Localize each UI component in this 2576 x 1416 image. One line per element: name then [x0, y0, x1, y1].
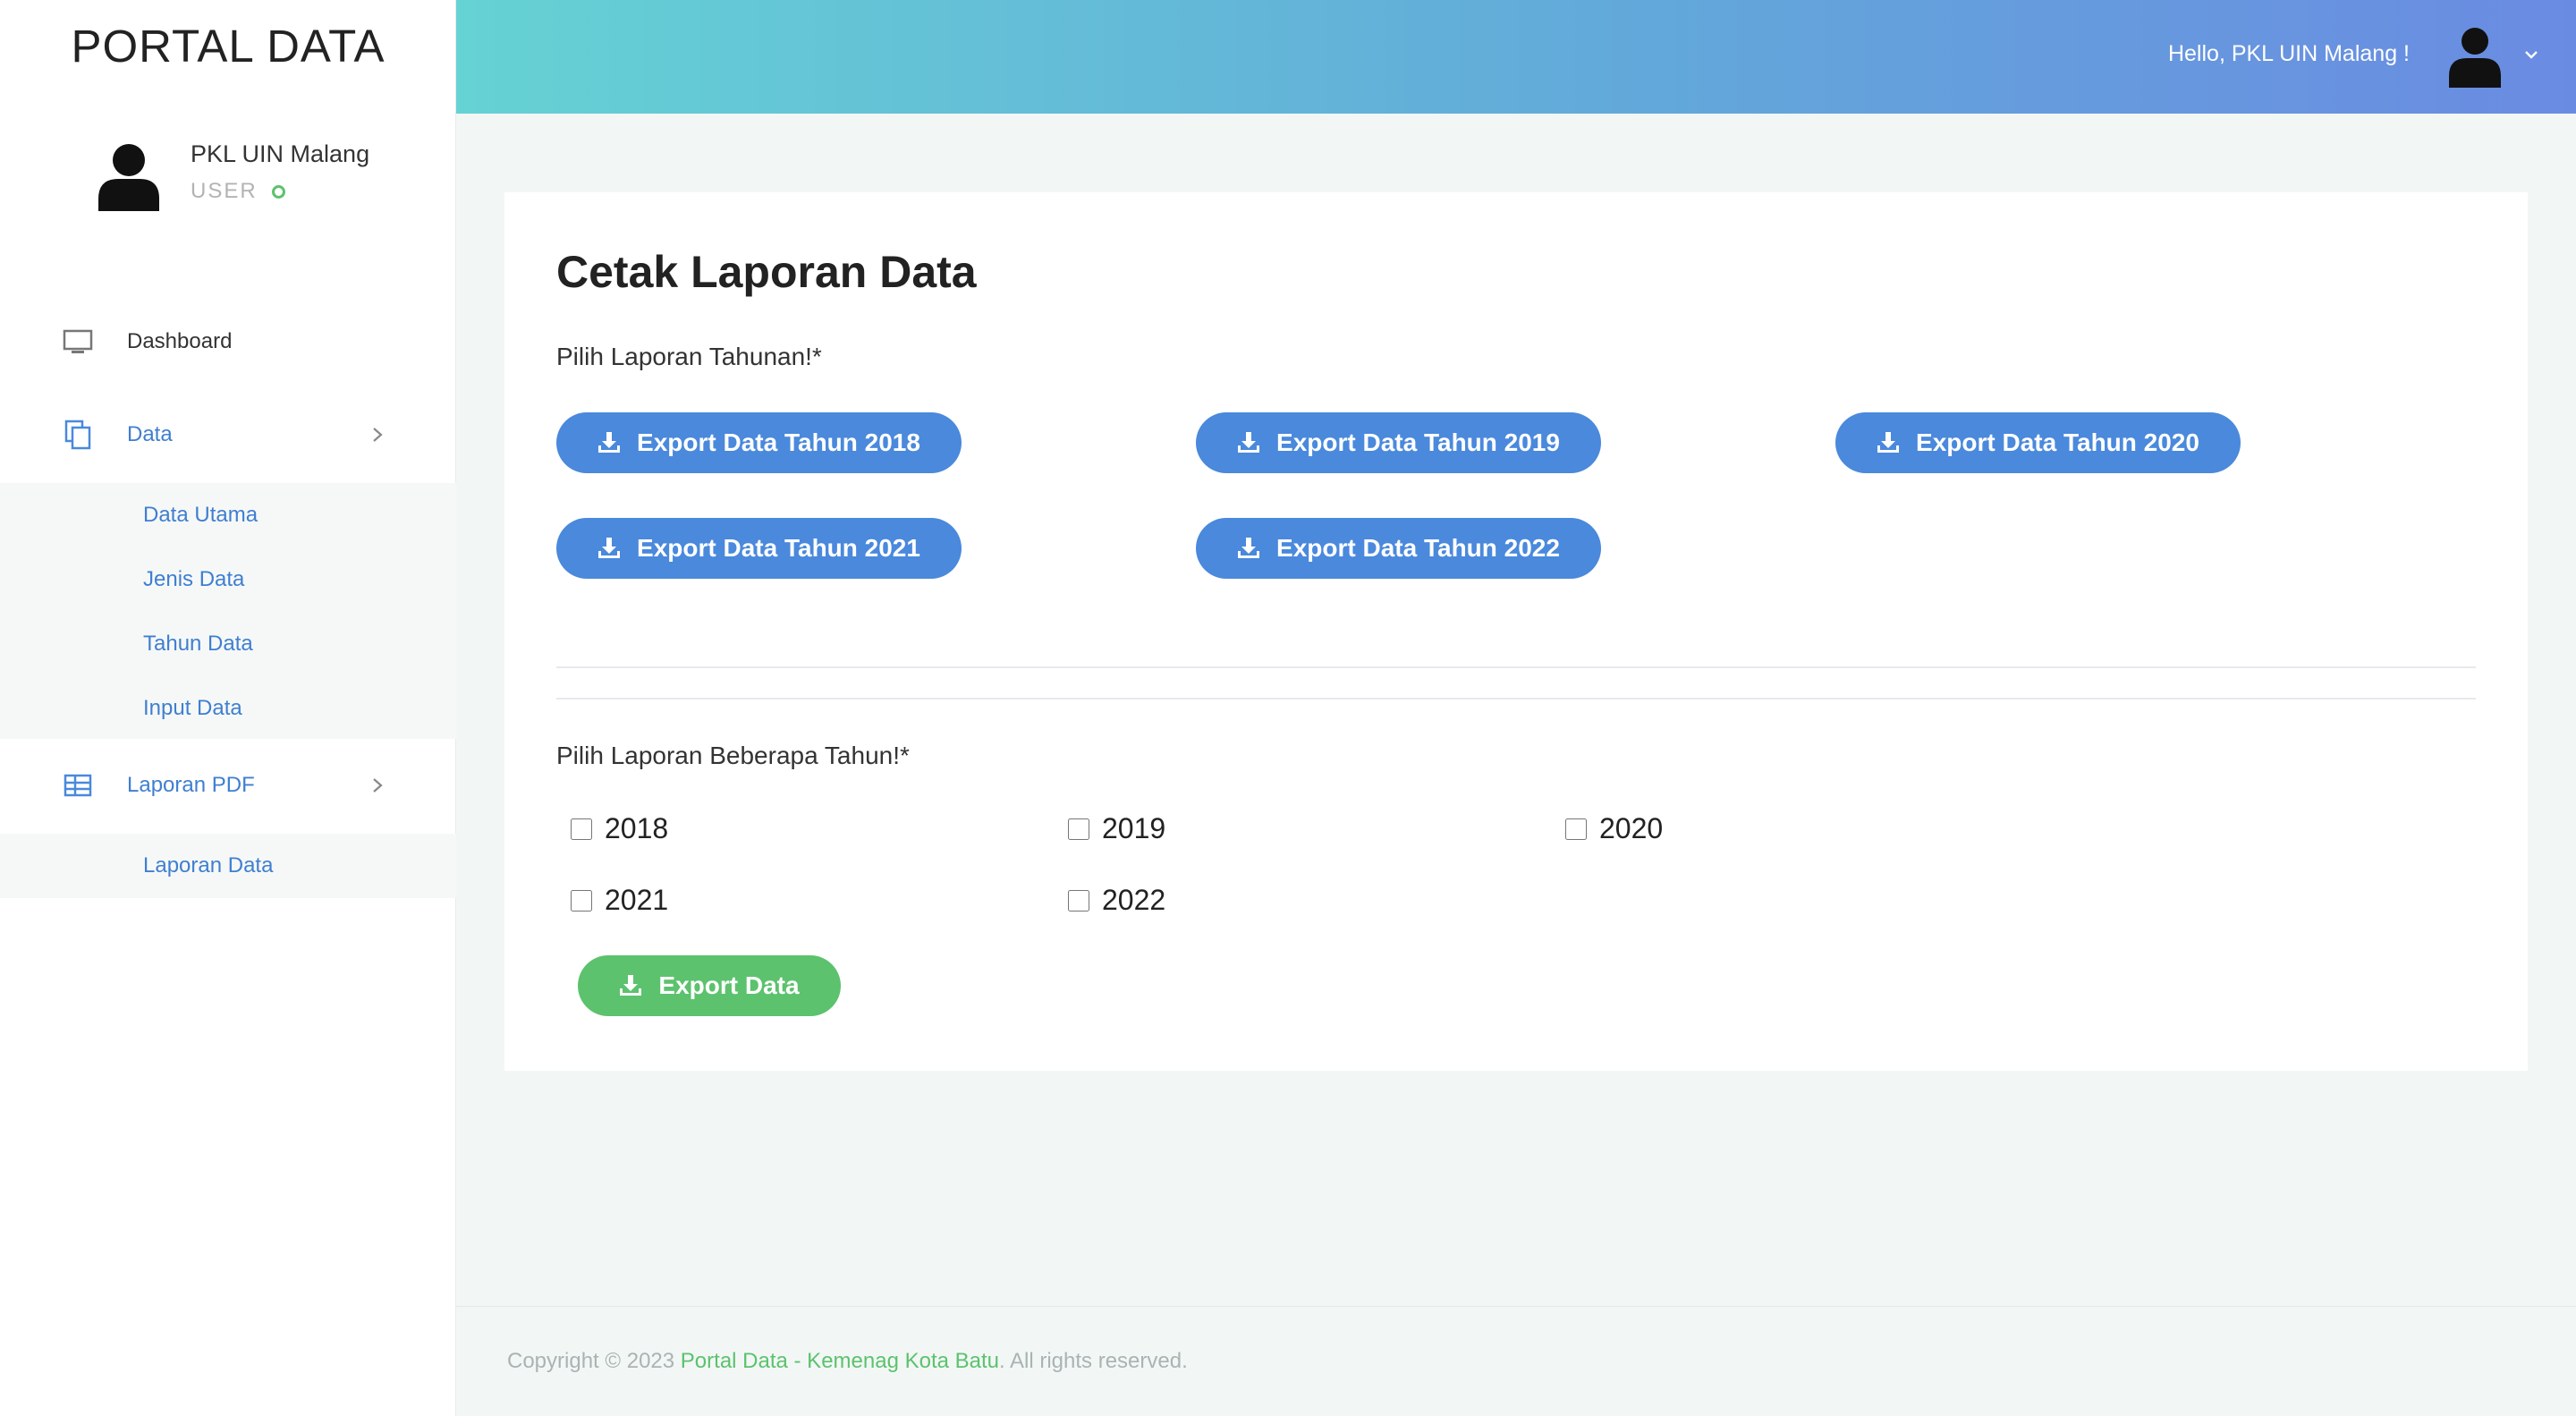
checkbox-label: 2021	[605, 884, 669, 916]
checkbox-input[interactable]	[1068, 818, 1089, 840]
top-header: Hello, PKL UIN Malang !	[456, 0, 2576, 114]
laporan-submenu: Laporan Data	[0, 834, 456, 898]
export-2019-button[interactable]: Export Data Tahun 2019	[1196, 412, 1601, 473]
data-submenu: Data Utama Jenis Data Tahun Data Input D…	[0, 483, 456, 739]
chevron-right-icon	[373, 428, 383, 442]
export-data-button[interactable]: Export Data	[578, 955, 841, 1016]
header-avatar-icon[interactable]	[2447, 27, 2503, 88]
download-icon	[1238, 538, 1260, 558]
user-avatar-icon	[98, 144, 159, 211]
report-card: Cetak Laporan Data Pilih Laporan Tahunan…	[504, 192, 2528, 1071]
button-label: Export Data	[658, 971, 800, 999]
sidebar-subitem-input-data[interactable]: Input Data	[143, 696, 242, 721]
checkbox-input[interactable]	[571, 818, 592, 840]
brand-title: PORTAL DATA	[71, 21, 386, 72]
checkbox-input[interactable]	[1068, 889, 1089, 911]
button-label: Export Data Tahun 2020	[1916, 428, 2199, 456]
checkbox-label: 2019	[1102, 812, 1166, 844]
chevron-down-icon[interactable]	[2524, 48, 2538, 61]
year-checkbox-2018[interactable]: 2018	[571, 812, 668, 845]
download-icon	[598, 432, 621, 453]
year-checkbox-2021[interactable]: 2021	[571, 884, 668, 917]
sidebar-item-data[interactable]: Data	[0, 408, 456, 462]
download-icon	[1238, 432, 1260, 453]
checkbox-label: 2022	[1102, 884, 1166, 916]
sidebar-subitem-tahun-data[interactable]: Tahun Data	[143, 632, 253, 657]
button-label: Export Data Tahun 2018	[637, 428, 920, 456]
button-label: Export Data Tahun 2021	[637, 534, 920, 562]
export-2018-button[interactable]: Export Data Tahun 2018	[556, 412, 962, 473]
download-icon	[598, 538, 621, 558]
copyright-prefix: Copyright © 2023	[507, 1349, 681, 1373]
button-label: Export Data Tahun 2019	[1276, 428, 1560, 456]
download-icon	[1877, 432, 1900, 453]
year-checkbox-2020[interactable]: 2020	[1565, 812, 1663, 845]
page-title: Cetak Laporan Data	[556, 247, 977, 297]
sidebar-item-dashboard[interactable]: Dashboard	[0, 315, 456, 369]
checkbox-input[interactable]	[1565, 818, 1587, 840]
sidebar: PORTAL DATA PKL UIN Malang USER Dashboar…	[0, 0, 456, 1416]
profile-role-label: USER	[191, 179, 258, 203]
year-checkbox-2019[interactable]: 2019	[1068, 812, 1165, 845]
sidebar-subitem-laporan-data[interactable]: Laporan Data	[143, 853, 273, 878]
checkbox-label: 2018	[605, 812, 669, 844]
online-status-icon	[271, 184, 285, 199]
export-2020-button[interactable]: Export Data Tahun 2020	[1835, 412, 2241, 473]
sidebar-item-label: Data	[127, 422, 173, 446]
export-2021-button[interactable]: Export Data Tahun 2021	[556, 518, 962, 579]
checkbox-label: 2020	[1599, 812, 1664, 844]
export-2022-button[interactable]: Export Data Tahun 2022	[1196, 518, 1601, 579]
sidebar-subitem-jenis-data[interactable]: Jenis Data	[143, 567, 244, 592]
footer-brand-link[interactable]: Portal Data - Kemenag Kota Batu	[681, 1349, 999, 1373]
year-checkbox-2022[interactable]: 2022	[1068, 884, 1165, 917]
copyright-suffix: . All rights reserved.	[999, 1349, 1188, 1373]
table-icon	[64, 774, 92, 797]
sidebar-item-label: Dashboard	[127, 329, 233, 353]
download-icon	[620, 975, 642, 996]
button-label: Export Data Tahun 2022	[1276, 534, 1560, 562]
divider	[556, 666, 2476, 668]
user-greeting: Hello, PKL UIN Malang !	[2167, 41, 2410, 66]
profile-name: PKL UIN Malang	[191, 140, 370, 167]
checkbox-input[interactable]	[571, 889, 592, 911]
sidebar-item-label: Laporan PDF	[127, 773, 255, 797]
copy-icon	[64, 420, 91, 450]
multi-year-label: Pilih Laporan Beberapa Tahun!*	[556, 742, 910, 769]
yearly-report-label: Pilih Laporan Tahunan!*	[556, 343, 822, 370]
sidebar-subitem-data-utama[interactable]: Data Utama	[143, 503, 258, 528]
footer-divider	[456, 1306, 2576, 1307]
divider	[556, 698, 2476, 700]
profile-role: USER	[191, 179, 285, 204]
footer: Copyright © 2023 Portal Data - Kemenag K…	[507, 1349, 1188, 1374]
chevron-right-icon	[373, 778, 383, 793]
monitor-icon	[63, 329, 93, 353]
sidebar-item-laporan-pdf[interactable]: Laporan PDF	[0, 759, 456, 812]
